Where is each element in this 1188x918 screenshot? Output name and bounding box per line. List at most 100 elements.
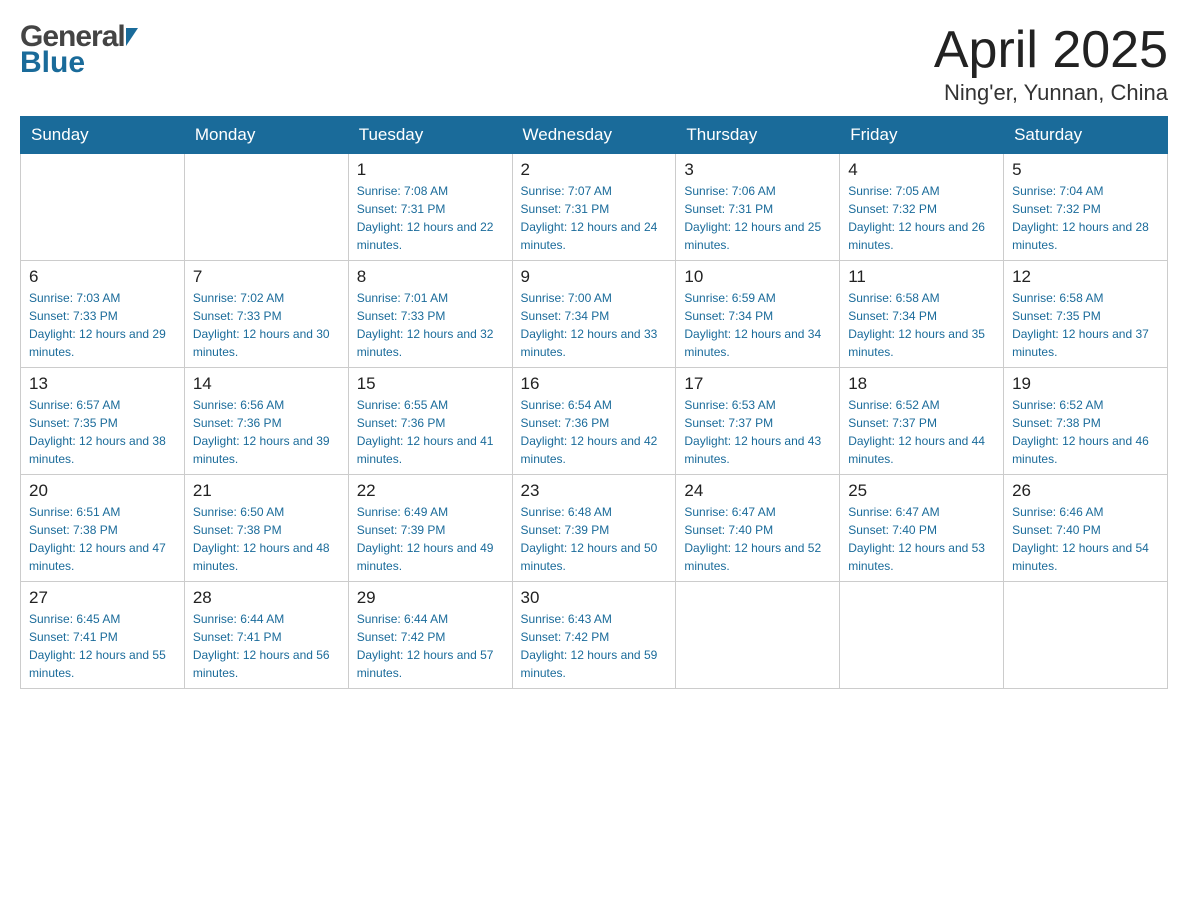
day-info: Sunrise: 6:47 AMSunset: 7:40 PMDaylight:… <box>684 503 831 575</box>
calendar-header-row: SundayMondayTuesdayWednesdayThursdayFrid… <box>21 117 1168 154</box>
calendar-header-wednesday: Wednesday <box>512 117 676 154</box>
calendar-day-cell: 11Sunrise: 6:58 AMSunset: 7:34 PMDayligh… <box>840 261 1004 368</box>
month-title: April 2025 <box>934 20 1168 80</box>
logo-blue-text: Blue <box>20 46 139 80</box>
calendar-day-cell: 1Sunrise: 7:08 AMSunset: 7:31 PMDaylight… <box>348 154 512 261</box>
calendar-week-row: 6Sunrise: 7:03 AMSunset: 7:33 PMDaylight… <box>21 261 1168 368</box>
calendar-day-cell: 30Sunrise: 6:43 AMSunset: 7:42 PMDayligh… <box>512 582 676 689</box>
calendar-day-cell: 9Sunrise: 7:00 AMSunset: 7:34 PMDaylight… <box>512 261 676 368</box>
calendar-header-friday: Friday <box>840 117 1004 154</box>
day-info: Sunrise: 6:47 AMSunset: 7:40 PMDaylight:… <box>848 503 995 575</box>
day-number: 24 <box>684 481 831 501</box>
day-info: Sunrise: 6:45 AMSunset: 7:41 PMDaylight:… <box>29 610 176 682</box>
day-number: 22 <box>357 481 504 501</box>
day-number: 17 <box>684 374 831 394</box>
calendar-day-cell: 4Sunrise: 7:05 AMSunset: 7:32 PMDaylight… <box>840 154 1004 261</box>
calendar-day-cell: 14Sunrise: 6:56 AMSunset: 7:36 PMDayligh… <box>184 368 348 475</box>
day-number: 1 <box>357 160 504 180</box>
day-info: Sunrise: 6:49 AMSunset: 7:39 PMDaylight:… <box>357 503 504 575</box>
calendar-day-cell: 13Sunrise: 6:57 AMSunset: 7:35 PMDayligh… <box>21 368 185 475</box>
calendar-week-row: 27Sunrise: 6:45 AMSunset: 7:41 PMDayligh… <box>21 582 1168 689</box>
calendar-week-row: 13Sunrise: 6:57 AMSunset: 7:35 PMDayligh… <box>21 368 1168 475</box>
calendar-day-cell: 19Sunrise: 6:52 AMSunset: 7:38 PMDayligh… <box>1004 368 1168 475</box>
day-number: 6 <box>29 267 176 287</box>
day-number: 4 <box>848 160 995 180</box>
day-number: 26 <box>1012 481 1159 501</box>
day-number: 19 <box>1012 374 1159 394</box>
calendar-day-cell <box>676 582 840 689</box>
day-info: Sunrise: 6:58 AMSunset: 7:34 PMDaylight:… <box>848 289 995 361</box>
day-info: Sunrise: 7:05 AMSunset: 7:32 PMDaylight:… <box>848 182 995 254</box>
calendar-day-cell: 28Sunrise: 6:44 AMSunset: 7:41 PMDayligh… <box>184 582 348 689</box>
day-number: 3 <box>684 160 831 180</box>
calendar-header-thursday: Thursday <box>676 117 840 154</box>
title-section: April 2025 Ning'er, Yunnan, China <box>934 20 1168 106</box>
calendar-day-cell: 24Sunrise: 6:47 AMSunset: 7:40 PMDayligh… <box>676 475 840 582</box>
calendar-day-cell: 20Sunrise: 6:51 AMSunset: 7:38 PMDayligh… <box>21 475 185 582</box>
calendar-day-cell: 16Sunrise: 6:54 AMSunset: 7:36 PMDayligh… <box>512 368 676 475</box>
day-info: Sunrise: 6:44 AMSunset: 7:41 PMDaylight:… <box>193 610 340 682</box>
calendar-day-cell <box>184 154 348 261</box>
logo: General Blue <box>20 20 139 80</box>
calendar-day-cell: 18Sunrise: 6:52 AMSunset: 7:37 PMDayligh… <box>840 368 1004 475</box>
day-info: Sunrise: 6:54 AMSunset: 7:36 PMDaylight:… <box>521 396 668 468</box>
day-number: 30 <box>521 588 668 608</box>
calendar-day-cell: 12Sunrise: 6:58 AMSunset: 7:35 PMDayligh… <box>1004 261 1168 368</box>
day-info: Sunrise: 6:58 AMSunset: 7:35 PMDaylight:… <box>1012 289 1159 361</box>
day-info: Sunrise: 7:06 AMSunset: 7:31 PMDaylight:… <box>684 182 831 254</box>
calendar-day-cell: 22Sunrise: 6:49 AMSunset: 7:39 PMDayligh… <box>348 475 512 582</box>
day-info: Sunrise: 6:57 AMSunset: 7:35 PMDaylight:… <box>29 396 176 468</box>
day-info: Sunrise: 6:44 AMSunset: 7:42 PMDaylight:… <box>357 610 504 682</box>
day-info: Sunrise: 6:55 AMSunset: 7:36 PMDaylight:… <box>357 396 504 468</box>
day-number: 13 <box>29 374 176 394</box>
calendar-table: SundayMondayTuesdayWednesdayThursdayFrid… <box>20 116 1168 689</box>
day-info: Sunrise: 6:53 AMSunset: 7:37 PMDaylight:… <box>684 396 831 468</box>
calendar-day-cell: 25Sunrise: 6:47 AMSunset: 7:40 PMDayligh… <box>840 475 1004 582</box>
day-info: Sunrise: 7:03 AMSunset: 7:33 PMDaylight:… <box>29 289 176 361</box>
day-number: 28 <box>193 588 340 608</box>
day-number: 23 <box>521 481 668 501</box>
calendar-day-cell: 23Sunrise: 6:48 AMSunset: 7:39 PMDayligh… <box>512 475 676 582</box>
location-text: Ning'er, Yunnan, China <box>934 80 1168 106</box>
calendar-header-monday: Monday <box>184 117 348 154</box>
calendar-header-saturday: Saturday <box>1004 117 1168 154</box>
day-number: 7 <box>193 267 340 287</box>
calendar-day-cell: 8Sunrise: 7:01 AMSunset: 7:33 PMDaylight… <box>348 261 512 368</box>
calendar-day-cell: 29Sunrise: 6:44 AMSunset: 7:42 PMDayligh… <box>348 582 512 689</box>
day-info: Sunrise: 6:48 AMSunset: 7:39 PMDaylight:… <box>521 503 668 575</box>
day-number: 29 <box>357 588 504 608</box>
day-info: Sunrise: 7:07 AMSunset: 7:31 PMDaylight:… <box>521 182 668 254</box>
day-info: Sunrise: 6:43 AMSunset: 7:42 PMDaylight:… <box>521 610 668 682</box>
day-info: Sunrise: 7:08 AMSunset: 7:31 PMDaylight:… <box>357 182 504 254</box>
day-info: Sunrise: 7:04 AMSunset: 7:32 PMDaylight:… <box>1012 182 1159 254</box>
day-info: Sunrise: 7:01 AMSunset: 7:33 PMDaylight:… <box>357 289 504 361</box>
logo-triangle-icon <box>126 28 138 46</box>
day-number: 2 <box>521 160 668 180</box>
day-number: 14 <box>193 374 340 394</box>
calendar-day-cell: 26Sunrise: 6:46 AMSunset: 7:40 PMDayligh… <box>1004 475 1168 582</box>
day-info: Sunrise: 6:46 AMSunset: 7:40 PMDaylight:… <box>1012 503 1159 575</box>
calendar-day-cell <box>21 154 185 261</box>
calendar-day-cell: 15Sunrise: 6:55 AMSunset: 7:36 PMDayligh… <box>348 368 512 475</box>
day-number: 21 <box>193 481 340 501</box>
calendar-day-cell: 7Sunrise: 7:02 AMSunset: 7:33 PMDaylight… <box>184 261 348 368</box>
day-number: 8 <box>357 267 504 287</box>
calendar-day-cell: 27Sunrise: 6:45 AMSunset: 7:41 PMDayligh… <box>21 582 185 689</box>
day-info: Sunrise: 6:56 AMSunset: 7:36 PMDaylight:… <box>193 396 340 468</box>
calendar-day-cell: 2Sunrise: 7:07 AMSunset: 7:31 PMDaylight… <box>512 154 676 261</box>
day-info: Sunrise: 6:51 AMSunset: 7:38 PMDaylight:… <box>29 503 176 575</box>
calendar-day-cell <box>1004 582 1168 689</box>
calendar-day-cell: 17Sunrise: 6:53 AMSunset: 7:37 PMDayligh… <box>676 368 840 475</box>
day-info: Sunrise: 6:52 AMSunset: 7:37 PMDaylight:… <box>848 396 995 468</box>
day-info: Sunrise: 6:52 AMSunset: 7:38 PMDaylight:… <box>1012 396 1159 468</box>
day-number: 25 <box>848 481 995 501</box>
day-number: 15 <box>357 374 504 394</box>
calendar-header-sunday: Sunday <box>21 117 185 154</box>
calendar-day-cell: 3Sunrise: 7:06 AMSunset: 7:31 PMDaylight… <box>676 154 840 261</box>
calendar-header-tuesday: Tuesday <box>348 117 512 154</box>
calendar-day-cell: 21Sunrise: 6:50 AMSunset: 7:38 PMDayligh… <box>184 475 348 582</box>
calendar-week-row: 1Sunrise: 7:08 AMSunset: 7:31 PMDaylight… <box>21 154 1168 261</box>
day-info: Sunrise: 6:50 AMSunset: 7:38 PMDaylight:… <box>193 503 340 575</box>
day-number: 20 <box>29 481 176 501</box>
day-info: Sunrise: 7:02 AMSunset: 7:33 PMDaylight:… <box>193 289 340 361</box>
